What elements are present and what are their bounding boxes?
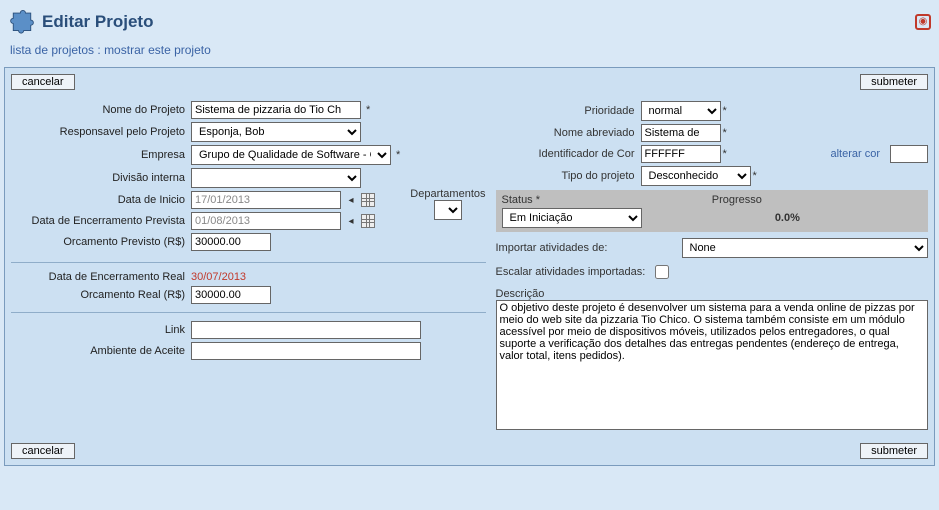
import-label: Importar atividades de: <box>496 242 676 254</box>
owner-select[interactable]: Esponja, Bob <box>191 122 361 142</box>
division-select[interactable] <box>191 168 361 188</box>
priority-label: Prioridade <box>496 105 641 117</box>
puzzle-icon <box>8 6 36 37</box>
real-end-label: Data de Encerramento Real <box>11 271 191 283</box>
company-label: Empresa <box>11 149 191 161</box>
owner-label: Responsavel pelo Projeto <box>11 126 191 138</box>
end-date-calendar-icon[interactable] <box>361 214 375 228</box>
budget-label: Orcamento Previsto (R$) <box>11 236 191 248</box>
submit-button-bottom[interactable]: submeter <box>860 443 928 459</box>
progress-value: 0.0% <box>775 212 800 224</box>
status-select[interactable]: Em Iniciação <box>502 208 642 228</box>
shortname-input[interactable] <box>641 124 721 142</box>
breadcrumb-show-link[interactable]: mostrar este projeto <box>104 43 211 57</box>
color-id-input[interactable] <box>641 145 721 163</box>
division-label: Divisão interna <box>11 172 191 184</box>
departments-label: Departamentos <box>410 188 485 200</box>
start-date-input[interactable] <box>191 191 341 209</box>
escalate-label: Escalar atividades importadas: <box>496 266 646 278</box>
departments-select[interactable] <box>434 200 462 220</box>
import-select[interactable]: None <box>682 238 929 258</box>
real-budget-label: Orcamento Real (R$) <box>11 289 191 301</box>
end-date-label: Data de Encerramento Prevista <box>11 215 191 227</box>
company-select[interactable]: Grupo de Qualidade de Software - GQS <box>191 145 391 165</box>
status-block: Status * Progresso Em Iniciação 0.0% <box>496 190 929 232</box>
budget-input[interactable] <box>191 233 271 251</box>
description-textarea[interactable] <box>496 300 929 430</box>
cancel-button[interactable]: cancelar <box>11 74 75 90</box>
escalate-checkbox[interactable] <box>655 265 669 279</box>
start-date-calendar-icon[interactable] <box>361 193 375 207</box>
description-label: Descrição <box>496 288 929 300</box>
type-select[interactable]: Desconhecido <box>641 166 751 186</box>
color-swatch[interactable] <box>890 145 928 163</box>
link-label: Link <box>11 324 191 336</box>
env-input[interactable] <box>191 342 421 360</box>
start-date-prev-icon[interactable]: ◂ <box>344 193 358 207</box>
project-name-label: Nome do Projeto <box>11 104 191 116</box>
cancel-button-bottom[interactable]: cancelar <box>11 443 75 459</box>
env-label: Ambiente de Aceite <box>11 345 191 357</box>
lifebuoy-icon[interactable]: ◉ <box>915 14 931 30</box>
progress-label: Progresso <box>712 194 922 206</box>
status-label: Status * <box>502 194 712 206</box>
project-name-input[interactable] <box>191 101 361 119</box>
breadcrumb-list-link[interactable]: lista de projetos <box>10 43 94 57</box>
real-budget-input[interactable] <box>191 286 271 304</box>
breadcrumb: lista de projetos : mostrar este projeto <box>4 39 935 67</box>
priority-select[interactable]: normal <box>641 101 721 121</box>
real-end-value: 30/07/2013 <box>191 271 246 283</box>
start-date-label: Data de Inicio <box>11 194 191 206</box>
color-id-label: Identificador de Cor <box>496 148 641 160</box>
end-date-prev-icon[interactable]: ◂ <box>344 214 358 228</box>
submit-button[interactable]: submeter <box>860 74 928 90</box>
page-title: Editar Projeto <box>42 12 153 32</box>
end-date-input[interactable] <box>191 212 341 230</box>
shortname-label: Nome abreviado <box>496 127 641 139</box>
link-input[interactable] <box>191 321 421 339</box>
change-color-link[interactable]: alterar cor <box>824 148 886 160</box>
type-label: Tipo do projeto <box>496 170 641 182</box>
